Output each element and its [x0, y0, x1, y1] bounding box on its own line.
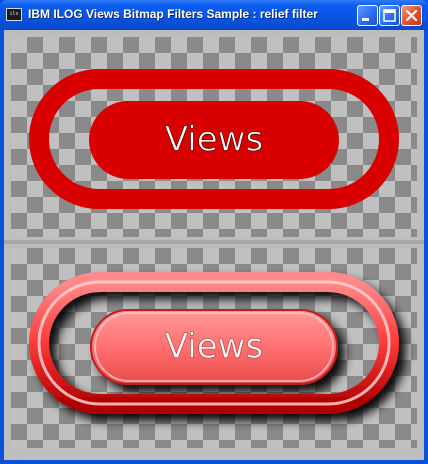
minimize-button[interactable] [357, 5, 378, 26]
window-title: IBM ILOG Views Bitmap Filters Sample : r… [28, 7, 318, 21]
relief-drawing: Views [29, 272, 399, 414]
minimize-icon [362, 18, 369, 21]
maximize-icon [383, 9, 396, 22]
app-icon[interactable]: ilv [6, 8, 22, 21]
original-view-panel: Views [11, 37, 417, 237]
relief-filter-panel: Views [11, 248, 417, 448]
close-button[interactable] [401, 5, 422, 26]
app-window: ilv IBM ILOG Views Bitmap Filters Sample… [0, 0, 428, 464]
views-relief-label: Views [165, 327, 263, 367]
title-bar[interactable]: ilv IBM ILOG Views Bitmap Filters Sample… [0, 0, 428, 30]
maximize-button[interactable] [379, 5, 400, 26]
client-area: Views Views [4, 30, 424, 460]
views-label: Views [165, 120, 263, 160]
original-drawing: Views [29, 69, 399, 209]
close-icon [405, 9, 418, 22]
panel-separator [4, 240, 424, 244]
